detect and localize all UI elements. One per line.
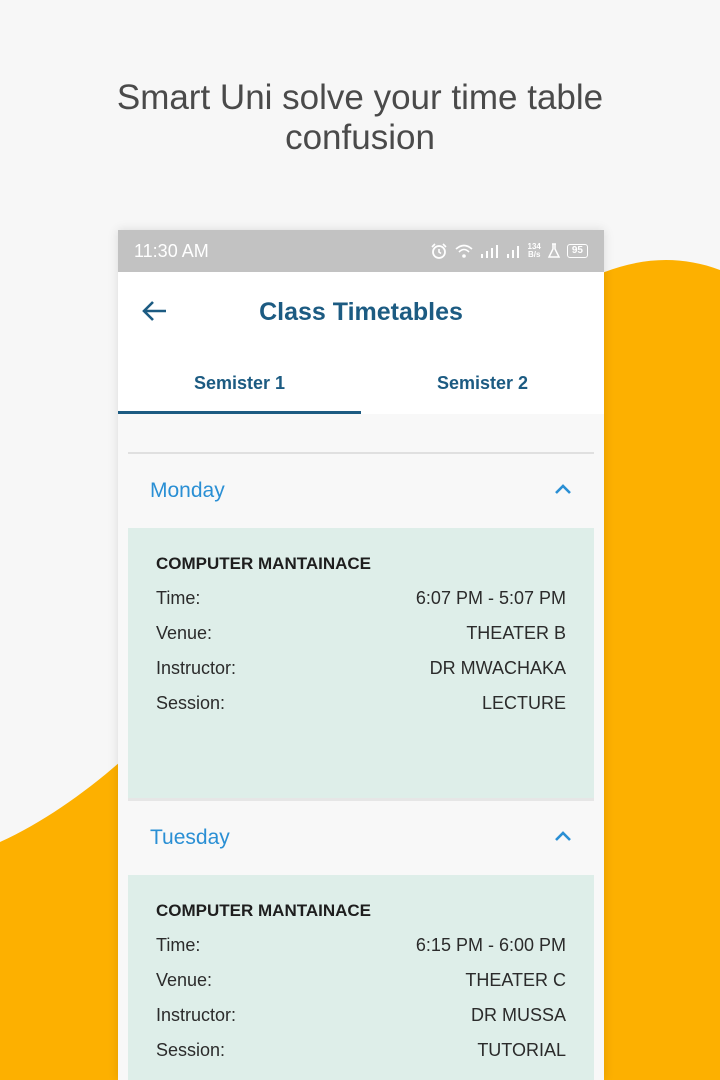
time-row: Time: 6:07 PM - 5:07 PM bbox=[156, 588, 566, 608]
flask-icon bbox=[547, 243, 561, 259]
instructor-row: Instructor: DR MWACHAKA bbox=[156, 658, 566, 678]
status-time: 11:30 AM bbox=[134, 240, 209, 261]
chevron-up-icon[interactable] bbox=[554, 829, 572, 847]
day-name: Tuesday bbox=[150, 826, 230, 849]
class-card: COMPUTER MANTAINACE Time: 6:15 PM - 6:00… bbox=[128, 875, 594, 1080]
page-title: Class Timetables bbox=[259, 297, 463, 326]
day-header-monday[interactable]: Monday bbox=[128, 454, 594, 528]
venue-row: Venue: THEATER C bbox=[156, 970, 566, 990]
day-header-tuesday[interactable]: Tuesday bbox=[128, 801, 594, 875]
time-row: Time: 6:15 PM - 6:00 PM bbox=[156, 935, 566, 955]
alarm-icon bbox=[430, 242, 448, 260]
app-bar: Class Timetables bbox=[118, 272, 604, 352]
tab-semester-1[interactable]: Semister 1 bbox=[118, 352, 361, 414]
semester-tabs: Semister 1 Semister 2 bbox=[118, 352, 604, 414]
course-name: COMPUTER MANTAINACE bbox=[156, 554, 372, 573]
day-name: Monday bbox=[150, 479, 225, 502]
back-button[interactable] bbox=[140, 298, 170, 328]
chevron-up-icon[interactable] bbox=[554, 482, 572, 500]
status-icons: 134 B/s 95 bbox=[430, 242, 588, 260]
network-speed: 134 B/s bbox=[527, 242, 541, 259]
tab-semester-2[interactable]: Semister 2 bbox=[361, 352, 604, 414]
class-card: COMPUTER MANTAINACE Time: 6:07 PM - 5:07… bbox=[128, 528, 594, 798]
venue-row: Venue: THEATER B bbox=[156, 623, 566, 643]
marketing-headline: Smart Uni solve your time table confusio… bbox=[116, 78, 604, 157]
signal-2-icon bbox=[506, 243, 522, 259]
session-row: Session: LECTURE bbox=[156, 693, 566, 713]
arrow-left-icon bbox=[142, 299, 168, 328]
status-bar: 11:30 AM 134 B/s 95 bbox=[118, 230, 604, 272]
wifi-icon bbox=[454, 243, 474, 259]
instructor-row: Instructor: DR MUSSA bbox=[156, 1005, 566, 1025]
course-name: COMPUTER MANTAINACE bbox=[156, 901, 372, 920]
session-row: Session: TUTORIAL bbox=[156, 1040, 566, 1060]
timetable-list: Monday COMPUTER MANTAINACE Time: 6:07 PM… bbox=[118, 414, 604, 1080]
phone-screen: 11:30 AM 134 B/s 95 Class Timetables Sem… bbox=[118, 230, 604, 1080]
signal-icon bbox=[480, 243, 500, 259]
battery-icon: 95 bbox=[566, 244, 588, 258]
